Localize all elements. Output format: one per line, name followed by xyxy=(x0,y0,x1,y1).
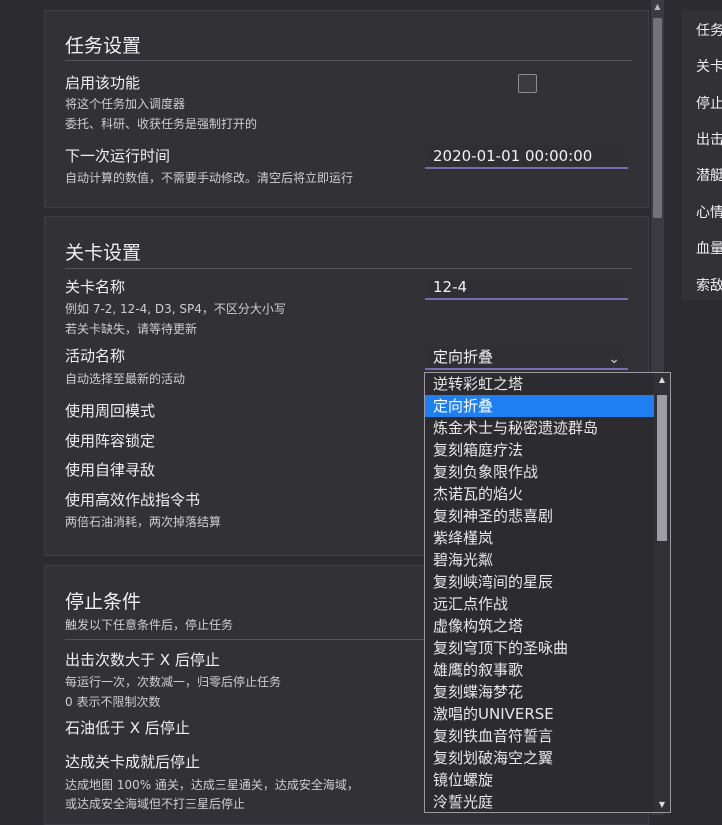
dropdown-option[interactable]: 复刻箱庭疗法 xyxy=(425,439,654,461)
dropdown-option[interactable]: 镜位螺旋 xyxy=(425,769,654,791)
run-count-label: 出击次数大于 X 后停止 xyxy=(65,651,220,669)
efficient-order-help: 两倍石油消耗，两次掉落结算 xyxy=(65,515,222,529)
stage-settings-title: 关卡设置 xyxy=(65,242,142,264)
task-settings-title: 任务设置 xyxy=(65,35,142,57)
right-nav-item[interactable]: 关卡 xyxy=(696,56,722,76)
enable-help-2: 委托、科研、收获任务是强制打开的 xyxy=(65,117,258,131)
dropdown-scrollbar-thumb[interactable] xyxy=(657,395,667,541)
scroll-down-icon[interactable]: ▼ xyxy=(654,798,670,812)
scroll-up-icon[interactable]: ▲ xyxy=(654,373,670,387)
right-nav-item[interactable]: 索敌 xyxy=(696,275,722,295)
enable-checkbox[interactable] xyxy=(518,74,537,93)
next-run-help: 自动计算的数值，不需要手动修改。清空后将立即运行 xyxy=(65,171,354,185)
chevron-down-icon: ⌄ xyxy=(608,351,620,367)
dropdown-scrollbar[interactable]: ▲ ▼ xyxy=(654,373,670,812)
dropdown-option[interactable]: 炼金术士与秘密遗迹群岛 xyxy=(425,417,654,439)
achievement-help-2: 或达成安全海域但不打三星后停止 xyxy=(65,797,246,811)
dropdown-option[interactable]: 虚像构筑之塔 xyxy=(425,615,654,637)
stage-name-help-2: 若关卡缺失，请等待更新 xyxy=(65,322,198,336)
dropdown-option[interactable]: 远汇点作战 xyxy=(425,593,654,615)
dropdown-option[interactable]: 复刻划破海空之翼 xyxy=(425,747,654,769)
dropdown-option[interactable]: 碧海光粼 xyxy=(425,549,654,571)
right-nav-item[interactable]: 停止 xyxy=(696,93,722,113)
dropdown-option[interactable]: 复刻穹顶下的圣咏曲 xyxy=(425,637,654,659)
dropdown-option[interactable]: 杰诺瓦的焰火 xyxy=(425,483,654,505)
dropdown-option[interactable]: 泠誓光庭 xyxy=(425,791,654,812)
loop-mode-label: 使用周回模式 xyxy=(65,402,156,420)
achievement-help-1: 达成地图 100% 通关，达成三星通关，达成安全海域， xyxy=(65,778,359,792)
right-nav-item[interactable]: 血量 xyxy=(696,238,722,258)
divider xyxy=(65,60,632,61)
right-nav-item[interactable]: 心情 xyxy=(696,202,722,222)
right-nav-panel: 任务 关卡 停止 出击 潜艇 心情 血量 索敌 xyxy=(682,10,722,300)
stage-name-help-1: 例如 7-2, 12-4, D3, SP4，不区分大小写 xyxy=(65,302,286,316)
dropdown-option[interactable]: 逆转彩虹之塔 xyxy=(425,373,654,395)
scroll-up-icon[interactable]: ▲ xyxy=(651,0,664,14)
dropdown-option[interactable]: 紫绛槿岚 xyxy=(425,527,654,549)
dropdown-option[interactable]: 复刻神圣的悲喜剧 xyxy=(425,505,654,527)
event-name-help: 自动选择至最新的活动 xyxy=(65,372,186,386)
achievement-label: 达成关卡成就后停止 xyxy=(65,753,201,771)
event-name-select[interactable]: 定向折叠 ⌄ xyxy=(425,346,628,370)
run-count-help-2: 0 表示不限制次数 xyxy=(65,695,161,709)
right-nav-item[interactable]: 出击 xyxy=(696,129,722,149)
run-count-help-1: 每运行一次，次数减一，归零后停止任务 xyxy=(65,675,282,689)
efficient-order-label: 使用高效作战指令书 xyxy=(65,491,201,509)
stop-conditions-title: 停止条件 xyxy=(65,591,142,613)
dropdown-option[interactable]: 复刻峡湾间的星辰 xyxy=(425,571,654,593)
stage-name-input[interactable]: 12-4 xyxy=(425,276,628,300)
next-run-input[interactable]: 2020-01-01 00:00:00 xyxy=(425,145,628,169)
dropdown-option[interactable]: 复刻负象限作战 xyxy=(425,461,654,483)
fleet-lock-label: 使用阵容锁定 xyxy=(65,432,156,450)
dropdown-option-selected[interactable]: 定向折叠 xyxy=(425,395,654,417)
dropdown-option[interactable]: 复刻蝶海梦花 xyxy=(425,681,654,703)
dropdown-option[interactable]: 激唱的UNIVERSE xyxy=(425,703,654,725)
dropdown-option[interactable]: 雄鹰的叙事歌 xyxy=(425,659,654,681)
scrollbar-thumb[interactable] xyxy=(653,18,662,218)
right-nav-item[interactable]: 任务 xyxy=(696,20,722,40)
next-run-label: 下一次运行时间 xyxy=(65,147,171,165)
event-name-value: 定向折叠 xyxy=(433,348,494,366)
stage-name-label: 关卡名称 xyxy=(65,278,126,296)
task-settings-card: 任务设置 启用该功能 将这个任务加入调度器 委托、科研、收获任务是强制打开的 下… xyxy=(44,10,649,208)
oil-label: 石油低于 X 后停止 xyxy=(65,719,190,737)
enable-label: 启用该功能 xyxy=(65,74,141,92)
divider xyxy=(65,268,632,269)
right-nav-item[interactable]: 潜艇 xyxy=(696,165,722,185)
auto-search-label: 使用自律寻敌 xyxy=(65,461,156,479)
stop-conditions-subtitle: 触发以下任意条件后，停止任务 xyxy=(65,618,234,632)
event-dropdown-list[interactable]: 逆转彩虹之塔 定向折叠 炼金术士与秘密遗迹群岛 复刻箱庭疗法 复刻负象限作战 杰… xyxy=(424,372,671,813)
event-name-label: 活动名称 xyxy=(65,347,126,365)
enable-help-1: 将这个任务加入调度器 xyxy=(65,97,186,111)
dropdown-option[interactable]: 复刻铁血音符誓言 xyxy=(425,725,654,747)
